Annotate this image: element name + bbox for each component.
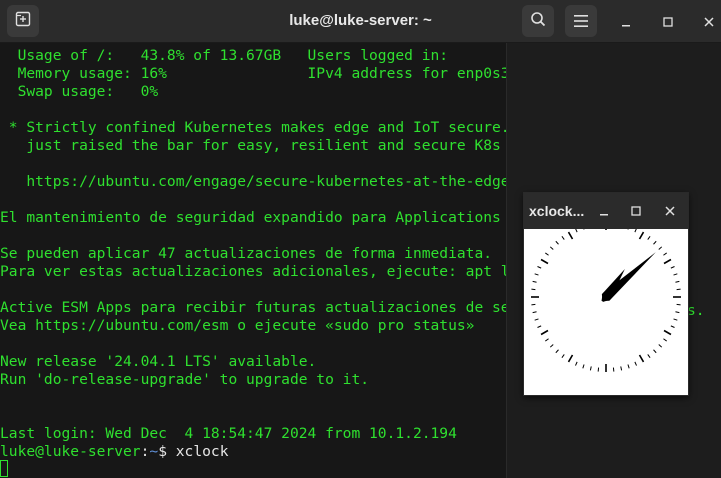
minimize-icon xyxy=(599,201,609,220)
terminal-line: El mantenimiento de seguridad expandido … xyxy=(0,209,506,226)
terminal-cursor xyxy=(0,460,8,477)
clock-tick xyxy=(634,229,637,233)
clock-tick xyxy=(567,231,574,240)
clock-tick xyxy=(567,354,574,363)
clock-tick xyxy=(534,273,539,276)
xclock-window[interactable]: xclock... xyxy=(523,192,689,396)
clock-tick xyxy=(663,329,672,336)
analog-clock xyxy=(531,229,681,372)
clock-tick xyxy=(549,344,554,348)
prompt-path: ~ xyxy=(149,443,159,460)
clock-tick xyxy=(658,246,663,250)
terminal-line: https://ubuntu.com/engage/secure-kuberne… xyxy=(0,173,506,190)
xclock-titlebar[interactable]: xclock... xyxy=(524,193,688,229)
terminal-line: Se pueden aplicar 47 actualizaciones de … xyxy=(0,245,493,262)
terminal-line: Usage of /: 43.8% of 13.67GB Users logge… xyxy=(0,47,506,64)
terminal-line: Swap usage: 0% xyxy=(0,83,159,100)
maximize-button[interactable] xyxy=(656,9,680,33)
terminal-line: New release '24.04.1 LTS' available. xyxy=(0,353,317,370)
minimize-icon xyxy=(621,12,631,31)
terminal-line: Last login: Wed Dec 4 18:54:47 2024 from… xyxy=(0,425,457,442)
clock-tick xyxy=(620,366,623,371)
clock-tick xyxy=(647,354,651,358)
clock-tick xyxy=(545,338,549,342)
clock-tick xyxy=(638,354,645,363)
clock-tick xyxy=(658,344,663,348)
new-tab-icon xyxy=(15,11,31,31)
clock-tick xyxy=(540,329,549,336)
clock-tick xyxy=(653,349,657,354)
window-title: luke@luke-server: ~ xyxy=(289,12,432,29)
xclock-maximize-button[interactable] xyxy=(625,199,647,221)
search-icon xyxy=(530,11,546,31)
new-tab-button[interactable] xyxy=(7,5,39,37)
xclock-close-button[interactable] xyxy=(659,199,681,221)
prompt-command: xclock xyxy=(175,443,229,460)
clock-tick xyxy=(537,266,542,269)
clock-tick xyxy=(675,280,680,283)
close-icon xyxy=(665,201,675,220)
clock-tick xyxy=(561,236,565,240)
terminal-line: * Strictly confined Kubernetes makes edg… xyxy=(8,119,506,136)
close-button[interactable] xyxy=(697,9,721,33)
clock-tick xyxy=(673,318,678,321)
clock-tick xyxy=(575,361,578,366)
clock-tick xyxy=(537,325,542,328)
prompt-symbol: $ xyxy=(158,443,176,460)
terminal-line: Active ESM Apps para recibir futuras act… xyxy=(0,299,506,316)
terminal-output[interactable]: Usage of /: 43.8% of 13.67GB Users logge… xyxy=(0,43,506,478)
terminal-titlebar: luke@luke-server: ~ xyxy=(0,0,721,43)
hamburger-menu-icon xyxy=(574,12,588,31)
maximize-icon xyxy=(663,12,673,31)
clock-tick xyxy=(555,240,559,245)
clock-tick xyxy=(663,258,672,265)
terminal-line: Run 'do-release-upgrade' to upgrade to i… xyxy=(0,371,370,388)
clock-tick xyxy=(589,366,592,371)
clock-tick xyxy=(627,364,630,369)
clock-tick xyxy=(555,349,559,354)
clock-tick xyxy=(534,318,539,321)
clock-tick xyxy=(653,240,657,245)
clock-tick xyxy=(549,246,554,250)
clock-tick xyxy=(663,252,667,256)
terminal-prompt-line: luke@luke-server:~$ xclock xyxy=(0,443,228,461)
maximize-icon xyxy=(631,201,641,220)
menu-button[interactable] xyxy=(565,5,597,37)
clock-tick xyxy=(561,354,565,358)
xclock-title: xclock... xyxy=(529,203,585,219)
clock-tick xyxy=(647,236,651,240)
prompt-user: luke@luke-server xyxy=(0,443,141,460)
clock-tick xyxy=(540,258,549,265)
terminal-fragment: s. xyxy=(687,302,705,319)
clock-tick xyxy=(634,361,637,366)
terminal-line: Para ver estas actualizaciones adicional… xyxy=(0,263,506,280)
clock-tick xyxy=(545,252,549,256)
clock-tick xyxy=(675,311,680,314)
search-button[interactable] xyxy=(522,5,554,37)
clock-tick xyxy=(673,273,678,276)
clock-tick xyxy=(532,311,537,314)
clock-tick xyxy=(663,338,667,342)
clock-tick xyxy=(670,266,675,269)
xclock-minimize-button[interactable] xyxy=(593,199,615,221)
clock-tick xyxy=(582,364,585,369)
minute-hand xyxy=(601,252,656,302)
clock-tick xyxy=(638,231,645,240)
terminal-line: just raised the bar for easy, resilient … xyxy=(26,137,501,154)
minimize-button[interactable] xyxy=(614,9,638,33)
clock-tick xyxy=(532,280,537,283)
terminal-line: Vea https://ubuntu.com/esm o ejecute «su… xyxy=(0,317,475,334)
clock-tick xyxy=(670,325,675,328)
close-icon xyxy=(704,12,714,31)
terminal-line: Memory usage: 16% IPv4 address for enp0s… xyxy=(17,65,506,82)
clock-tick xyxy=(575,229,578,233)
